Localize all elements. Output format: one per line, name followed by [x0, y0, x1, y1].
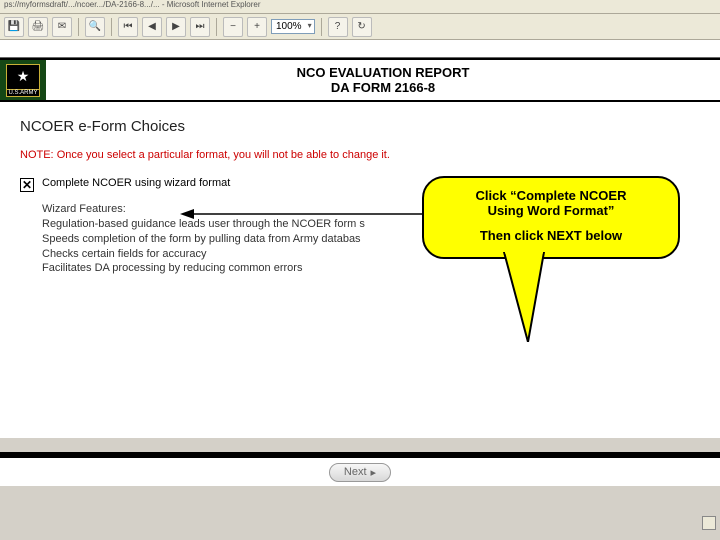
toolbar-last-icon[interactable]: ⏭ — [190, 17, 210, 37]
next-button[interactable]: Next ▸ — [329, 463, 391, 482]
status-strip — [0, 486, 720, 524]
callout-line1: Click “Complete NCOER — [436, 188, 666, 203]
footer-bar: Next ▸ — [0, 452, 720, 486]
chevron-right-icon: ▸ — [371, 466, 377, 479]
scroll-corner — [702, 516, 716, 530]
toolbar-first-icon[interactable]: ⏮ — [118, 17, 138, 37]
annotation-arrow — [180, 204, 430, 224]
form-banner: ★ U.S.ARMY NCO EVALUATION REPORT DA FORM… — [0, 58, 720, 102]
note-body: Once you select a particular format, you… — [57, 149, 390, 161]
section-title: NCOER e-Form Choices — [20, 118, 700, 135]
banner-title-line2: DA FORM 2166-8 — [331, 80, 435, 95]
toolbar-refresh-icon[interactable]: ↻ — [352, 17, 372, 37]
toolbar-save-icon[interactable]: 💾 — [4, 17, 24, 37]
toolbar-separator — [216, 18, 217, 36]
toolbar-separator — [321, 18, 322, 36]
toolbar-separator — [78, 18, 79, 36]
banner-title-line1: NCO EVALUATION REPORT — [297, 65, 470, 80]
toolbar-zoom-out-icon[interactable]: − — [223, 17, 243, 37]
note-text: NOTE: Once you select a particular forma… — [20, 149, 700, 161]
toolbar-find-icon[interactable]: 🔍 — [85, 17, 105, 37]
army-logo-label: U.S.ARMY — [6, 90, 40, 97]
form-content: NCOER e-Form Choices NOTE: Once you sele… — [0, 102, 720, 438]
spacer-bar — [0, 40, 720, 58]
window-titlebar: ps://myformsdraft/.../ncoer.../DA-2166-8… — [0, 0, 720, 14]
toolbar-zoom-in-icon[interactable]: + — [247, 17, 267, 37]
toolbar-prev-icon[interactable]: ◀ — [142, 17, 162, 37]
checkbox-wizard-label: Complete NCOER using wizard format — [42, 177, 230, 189]
toolbar-help-icon[interactable]: ? — [328, 17, 348, 37]
toolbar-mail-icon[interactable]: ✉ — [52, 17, 72, 37]
callout-line2: Using Word Format” — [436, 203, 666, 218]
star-icon: ★ — [17, 68, 30, 85]
callout-bubble: Click “Complete NCOER Using Word Format”… — [422, 176, 680, 259]
feature-item: Facilitates DA processing by reducing co… — [42, 261, 700, 276]
instruction-callout: Click “Complete NCOER Using Word Format”… — [422, 176, 680, 259]
checkbox-wizard[interactable]: ✕ — [20, 178, 34, 192]
toolbar-separator — [111, 18, 112, 36]
next-button-label: Next — [344, 466, 367, 478]
toolbar-print-icon[interactable]: 🖨 — [28, 17, 48, 37]
callout-tail — [494, 252, 574, 342]
note-label: NOTE: — [20, 149, 54, 161]
zoom-select[interactable]: 100% — [271, 19, 315, 34]
callout-line3: Then click NEXT below — [436, 228, 666, 243]
army-logo: ★ U.S.ARMY — [0, 60, 46, 100]
browser-toolbar: 💾 🖨 ✉ 🔍 ⏮ ◀ ▶ ⏭ − + 100% ? ↻ — [0, 14, 720, 40]
toolbar-next-icon[interactable]: ▶ — [166, 17, 186, 37]
